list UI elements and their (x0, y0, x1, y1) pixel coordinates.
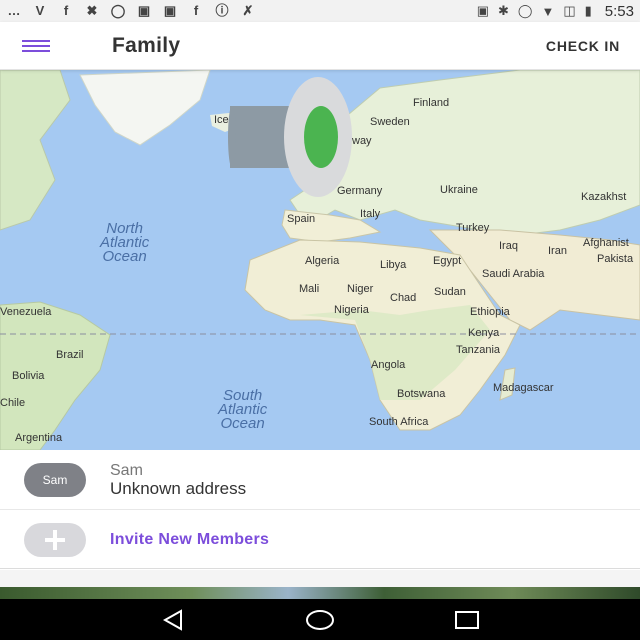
facebook-icon: f (63, 3, 69, 18)
plus-icon (24, 522, 86, 557)
notification-icons: … V f ✖ ◯ ▣ ▣ f ⓘ ✗ (6, 4, 256, 18)
map-label: Algeria (305, 255, 340, 267)
v-icon: V (35, 3, 45, 18)
map-label: South Africa (369, 416, 429, 428)
map-label: Argentina (15, 432, 63, 444)
recents-icon[interactable] (447, 605, 487, 635)
invite-members-button[interactable]: Invite New Members (0, 511, 640, 569)
member-name: Sam (110, 461, 143, 479)
divider (0, 570, 640, 587)
map-label: Kazakhst (581, 191, 627, 203)
page-title: Family (112, 33, 181, 57)
message-icon: … (7, 3, 21, 18)
no-sim-icon: ◫ (563, 3, 576, 18)
avatar: Sam (24, 462, 86, 497)
background-image (0, 587, 640, 599)
battery-charging-icon: ▮ (584, 3, 592, 18)
photo-icon: ▣ (137, 3, 151, 18)
map-label: Saudi Arabia (482, 268, 545, 280)
map-label: Niger (347, 283, 374, 295)
map-label: Mali (299, 283, 320, 295)
alarm-icon: ◯ (110, 3, 126, 18)
map-label: Chad (390, 292, 417, 304)
wrench-icon: ✖ (86, 3, 98, 18)
map-label: Afghanist (583, 237, 629, 249)
check-in-button[interactable]: CHECK IN (546, 38, 620, 54)
map-label: Egypt (433, 255, 462, 267)
map-label: Venezuela (0, 306, 52, 318)
map-label: Libya (380, 259, 407, 271)
lock-icon: ▣ (476, 3, 489, 18)
map-label: Finland (413, 97, 450, 109)
back-icon[interactable] (153, 605, 193, 635)
map-label: Bolivia (12, 370, 45, 382)
map-label: Italy (360, 208, 381, 220)
status-bar: … V f ✖ ◯ ▣ ▣ f ⓘ ✗ ▣ ✱ ◯ ▼ ◫ ▮ 5:53 (0, 0, 640, 22)
map-label: Kenya (468, 327, 500, 339)
photo-icon: ▣ (163, 3, 177, 18)
navigation-bar (0, 599, 640, 640)
map-label: Angola (371, 359, 406, 371)
location-marker-icon[interactable] (228, 76, 358, 202)
info-icon: ⓘ (215, 3, 229, 18)
facebook-icon: f (193, 3, 199, 18)
status-time: 5:53 (604, 2, 634, 20)
map-label: Pakista (597, 253, 634, 265)
map-label: Sweden (370, 116, 410, 128)
wifi-icon: ▼ (541, 3, 555, 19)
map-label: Ukraine (440, 184, 478, 196)
map-label: Turkey (456, 222, 490, 234)
member-address: Unknown address (110, 478, 247, 498)
map-label: Sudan (434, 286, 466, 298)
map-label: Iraq (499, 240, 518, 252)
map-label: Botswana (397, 388, 446, 400)
system-icons: ▣ ✱ ◯ ▼ ◫ ▮ 5:53 (477, 3, 634, 20)
map-label: Iran (548, 245, 567, 257)
member-info: Sam Unknown address (110, 462, 246, 498)
ocean-label-south-atlantic: South Atlantic Ocean (218, 387, 268, 432)
home-icon[interactable] (300, 605, 340, 635)
map-label: Brazil (56, 349, 84, 361)
map-label: Tanzania (456, 344, 501, 356)
map-label: Madagascar (493, 382, 554, 394)
invite-label: Invite New Members (110, 530, 270, 548)
no-location-icon: ✗ (242, 3, 254, 18)
member-row-sam[interactable]: Sam Sam Unknown address (0, 450, 640, 510)
menu-icon[interactable] (22, 24, 66, 68)
map-label: Ethiopia (470, 306, 510, 318)
map-label: Chile (0, 397, 26, 409)
app-bar: Family CHECK IN (0, 22, 640, 70)
map-view[interactable]: North Atlantic Ocean South Atlantic Ocea… (0, 70, 640, 450)
map-label: Spain (287, 213, 316, 225)
map-label: Nigeria (334, 304, 369, 316)
ocean-label-north-atlantic: North Atlantic Ocean (100, 220, 150, 265)
bluetooth-icon: ✱ (498, 3, 509, 18)
alarm-icon: ◯ (517, 3, 533, 18)
map-label: Ice (214, 114, 229, 126)
